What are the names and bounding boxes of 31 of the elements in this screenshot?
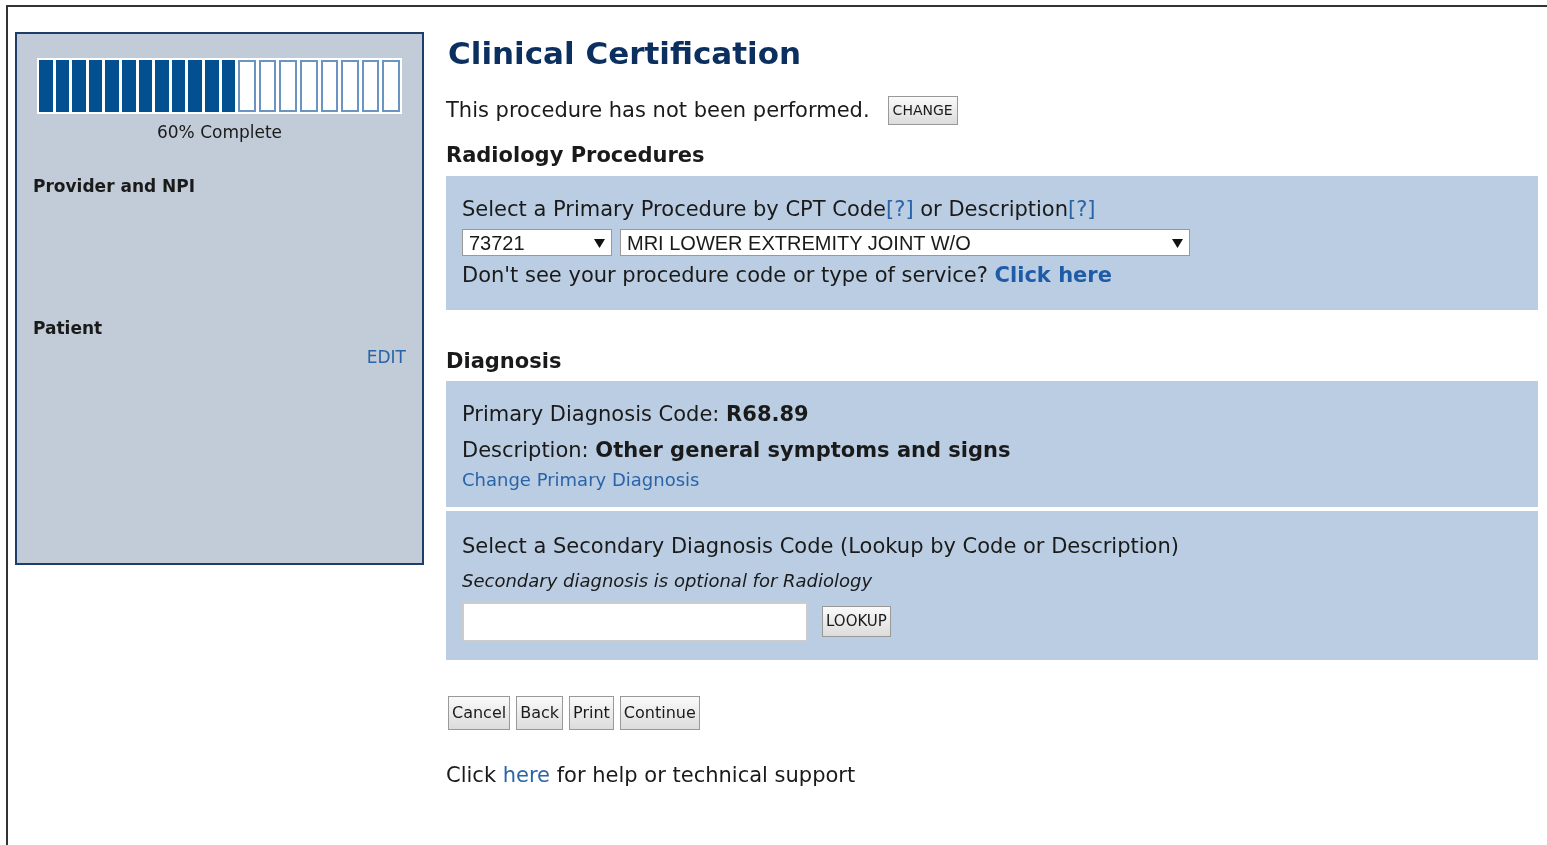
procedure-prompt: Select a Primary Procedure by CPT Code[?] or Description[?]: [462, 195, 1097, 223]
status-text: This procedure has not been performed.: [446, 96, 870, 124]
lookup-button[interactable]: LOOKUP: [822, 606, 891, 637]
form-button[interactable]: Continue: [619, 695, 700, 730]
click-here-link[interactable]: Click here: [994, 263, 1112, 287]
form-button[interactable]: Cancel: [448, 695, 511, 730]
secondary-diagnosis-title: Select a Secondary Diagnosis Code (Lookup by Code or Description): [462, 533, 1180, 560]
missing-code-text: Don't see your procedure code or type of service? Click here: [462, 262, 1113, 289]
help-link[interactable]: [?]: [886, 196, 914, 221]
primary-diagnosis-text: Primary Diagnosis Code: R68.89: [462, 401, 810, 428]
dropdown-arrow-icon: [1172, 237, 1183, 248]
form-button[interactable]: Print: [569, 695, 614, 730]
optional-note: Secondary diagnosis is optional for Radiology: [462, 568, 874, 593]
section-heading: Diagnosis: [446, 347, 563, 375]
progress-label: 60% Complete: [156, 121, 283, 144]
change-diagnosis-link[interactable]: Change Primary Diagnosis: [462, 466, 700, 493]
section-title: Patient: [33, 316, 103, 340]
form-button[interactable]: Back: [516, 695, 564, 730]
change-button[interactable]: CHANGE: [887, 95, 958, 125]
help-link[interactable]: here: [502, 762, 551, 787]
section-heading: Radiology Procedures: [446, 142, 706, 169]
help-link[interactable]: [?]: [1068, 196, 1096, 221]
section-title: Provider and NPI: [33, 174, 196, 198]
dropdown-arrow-icon: [594, 237, 605, 248]
code-select[interactable]: 73721: [462, 229, 612, 256]
help-text: Click here for help or technical support: [446, 761, 857, 789]
description-select[interactable]: MRI LOWER EXTREMITY JOINT W/O: [620, 229, 1190, 256]
diagnosis-description: Description: Other general symptoms and signs: [462, 436, 1012, 464]
page-title: Clinical Certification: [448, 34, 802, 73]
edit-link[interactable]: EDIT: [366, 345, 406, 371]
diagnosis-input-field[interactable]: [462, 601, 808, 642]
